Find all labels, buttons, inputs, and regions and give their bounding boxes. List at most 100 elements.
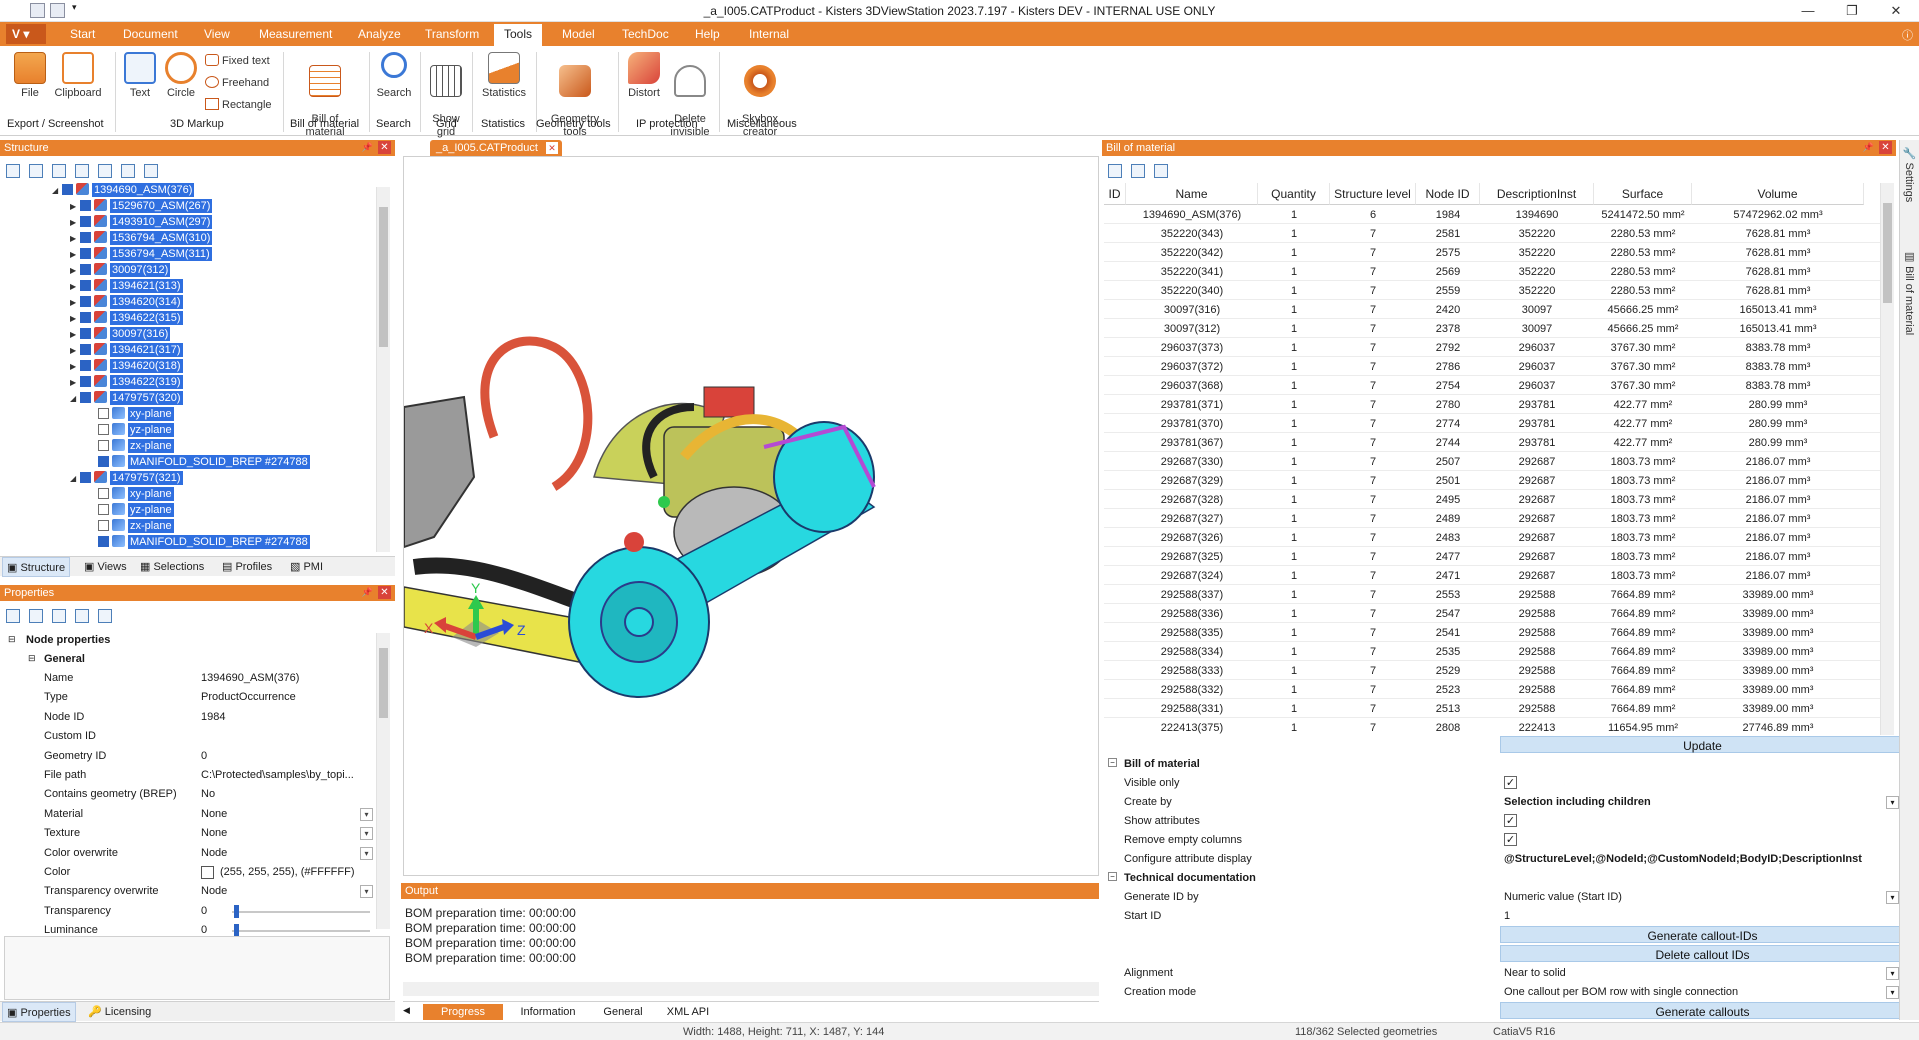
tech-section-header[interactable]: − Technical documentation — [1104, 869, 1904, 888]
property-row[interactable]: Custom ID — [0, 727, 390, 746]
creation-mode-select[interactable]: One callout per BOM row with single conn… — [1504, 986, 1738, 998]
column-header[interactable]: Volume — [1692, 183, 1864, 205]
close-panel-icon[interactable]: ✕ — [378, 586, 391, 599]
scroll-thumb[interactable] — [379, 207, 388, 347]
tab-scroll-left-icon[interactable]: ◀ — [403, 1005, 410, 1016]
document-tab[interactable]: _a_I005.CATProduct ✕ — [430, 140, 562, 157]
tree-node[interactable]: ▶ 30097(312) — [70, 263, 171, 279]
table-row[interactable]: 292687(324) 1 7 2471 292687 1803.73 mm² 2186.0… — [1104, 566, 1880, 585]
visibility-checkbox[interactable] — [80, 280, 91, 291]
tree-node[interactable]: xy-plane — [88, 487, 174, 503]
table-row[interactable]: 352220(340) 1 7 2559 352220 2280.53 mm² 7628.8… — [1104, 281, 1880, 300]
node-properties-row[interactable]: ⊟ Node properties — [0, 631, 390, 650]
distort-button[interactable]: Distort — [623, 52, 665, 100]
property-row[interactable]: Geometry ID 0 — [0, 747, 390, 766]
expand-toggle-icon[interactable]: ▶ — [70, 202, 80, 211]
visibility-checkbox[interactable] — [80, 376, 91, 387]
tab-view[interactable]: View — [204, 27, 230, 41]
table-row[interactable]: 293781(371) 1 7 2780 293781 422.77 mm² 280.99 … — [1104, 395, 1880, 414]
bom-table[interactable]: ID Name Quantity Structure level Node ID Desc… — [1104, 183, 1880, 735]
table-row[interactable]: 292588(332) 1 7 2523 292588 7664.89 mm² 33989.… — [1104, 680, 1880, 699]
table-row[interactable]: 292588(331) 1 7 2513 292588 7664.89 mm² 33989.… — [1104, 699, 1880, 718]
collapse-toggle-icon[interactable]: ⊟ — [28, 653, 36, 664]
minimize-button[interactable]: — — [1786, 0, 1830, 22]
chevron-down-icon[interactable]: ▾ — [1886, 967, 1899, 980]
property-value[interactable]: None — [201, 827, 227, 839]
table-row[interactable]: 352220(342) 1 7 2575 352220 2280.53 mm² 7628.8… — [1104, 243, 1880, 262]
columns-icon[interactable] — [1154, 164, 1168, 178]
table-row[interactable]: 292588(337) 1 7 2553 292588 7664.89 mm² 33989.… — [1104, 585, 1880, 604]
chevron-down-icon[interactable]: ▾ — [1886, 891, 1899, 904]
tab-profiles[interactable]: ▤ Profiles — [222, 560, 272, 573]
table-row[interactable]: 292687(325) 1 7 2477 292687 1803.73 mm² 2186.0… — [1104, 547, 1880, 566]
expand-toggle-icon[interactable]: ▶ — [70, 330, 80, 339]
text-button[interactable]: Text — [122, 52, 158, 100]
property-row[interactable]: Transparency overwrite Node ▾ — [0, 882, 390, 901]
tree-node[interactable]: ▶ 1394620(314) — [70, 295, 183, 311]
tree-node[interactable]: MANIFOLD_SOLID_BREP #274788 — [88, 535, 310, 551]
sync-icon[interactable] — [144, 164, 158, 178]
visibility-checkbox[interactable] — [98, 520, 109, 531]
remove-empty-checkbox[interactable]: ✓ — [1504, 833, 1517, 846]
settings-icon[interactable] — [75, 609, 89, 623]
copy-icon[interactable] — [52, 609, 66, 623]
table-row[interactable]: 296037(373) 1 7 2792 296037 3767.30 mm² 8383.7… — [1104, 338, 1880, 357]
visibility-checkbox[interactable] — [80, 296, 91, 307]
expand-toggle-icon[interactable]: ▶ — [70, 298, 80, 307]
expand-toggle-icon[interactable]: ◢ — [52, 186, 62, 195]
tab-measurement[interactable]: Measurement — [259, 27, 332, 41]
property-value[interactable]: C:\Protected\samples\by_topi... — [201, 769, 354, 781]
tab-help[interactable]: Help — [695, 27, 720, 41]
visibility-checkbox[interactable] — [98, 488, 109, 499]
output-hscrollbar[interactable] — [403, 982, 1099, 996]
maximize-button[interactable]: ❐ — [1830, 0, 1874, 22]
chevron-down-icon[interactable]: ▾ — [360, 827, 373, 841]
property-value[interactable]: 0 — [201, 905, 207, 917]
expand-all-icon[interactable] — [6, 609, 20, 623]
tree-node[interactable]: MANIFOLD_SOLID_BREP #274788 — [88, 455, 310, 471]
table-row[interactable]: 292687(328) 1 7 2495 292687 1803.73 mm² 2186.0… — [1104, 490, 1880, 509]
chevron-down-icon[interactable]: ▾ — [360, 885, 373, 899]
expand-icon[interactable] — [52, 164, 66, 178]
tab-xml-api[interactable]: XML API — [658, 1006, 718, 1018]
tab-tools[interactable]: Tools — [494, 24, 543, 46]
tree-node[interactable]: ▶ 30097(316) — [70, 327, 171, 343]
tab-selections[interactable]: ▦ Selections — [140, 560, 204, 573]
app-menu-button[interactable]: V ▾ — [6, 24, 46, 44]
property-row[interactable]: Type ProductOccurrence — [0, 688, 390, 707]
table-row[interactable]: 292687(330) 1 7 2507 292687 1803.73 mm² 2186.0… — [1104, 452, 1880, 471]
chevron-down-icon[interactable]: ▾ — [1886, 986, 1899, 999]
bom-section-header[interactable]: − Bill of material — [1104, 755, 1904, 774]
tree-node[interactable]: yz-plane — [88, 503, 174, 519]
table-row[interactable]: 293781(370) 1 7 2774 293781 422.77 mm² 280.99 … — [1104, 414, 1880, 433]
visibility-checkbox[interactable] — [80, 248, 91, 259]
tab-pmi[interactable]: ▧ PMI — [290, 560, 323, 573]
column-header[interactable]: DescriptionInst — [1480, 183, 1594, 205]
delete-callout-ids-button[interactable]: Delete callout IDs — [1500, 945, 1905, 962]
visibility-checkbox[interactable] — [80, 344, 91, 355]
column-header[interactable]: Quantity — [1258, 183, 1330, 205]
visibility-checkbox[interactable] — [80, 264, 91, 275]
collapse-all-icon[interactable] — [29, 164, 43, 178]
side-tab-bom[interactable]: ▤ Bill of material — [1903, 250, 1916, 335]
column-header[interactable]: Structure level — [1330, 183, 1416, 205]
tab-internal[interactable]: Internal — [749, 27, 789, 41]
color-swatch[interactable] — [201, 866, 214, 879]
3d-model-render[interactable]: Y X Z — [403, 157, 1098, 875]
visibility-checkbox[interactable] — [98, 536, 109, 547]
property-row[interactable]: Color (255, 255, 255), (#FFFFFF) — [0, 863, 390, 882]
pin-icon[interactable]: 📌 — [1863, 142, 1874, 153]
column-header[interactable]: Surface — [1594, 183, 1692, 205]
filter-icon[interactable] — [98, 609, 112, 623]
tree-node[interactable]: ▶ 1536794_ASM(310) — [70, 231, 213, 247]
circle-button[interactable]: Circle — [163, 52, 199, 100]
slider-track[interactable] — [232, 910, 370, 913]
tab-views[interactable]: ▣ Views — [84, 560, 127, 573]
search-button[interactable]: Search — [374, 52, 414, 100]
property-row[interactable]: Material None ▾ — [0, 805, 390, 824]
table-row[interactable]: 292588(333) 1 7 2529 292588 7664.89 mm² 33989.… — [1104, 661, 1880, 680]
close-panel-icon[interactable]: ✕ — [1879, 141, 1892, 154]
collapse-toggle-icon[interactable]: ⊟ — [8, 634, 16, 645]
tree-node[interactable]: xy-plane — [88, 407, 174, 423]
tree-node[interactable]: ◢ 1394690_ASM(376) — [52, 183, 195, 199]
